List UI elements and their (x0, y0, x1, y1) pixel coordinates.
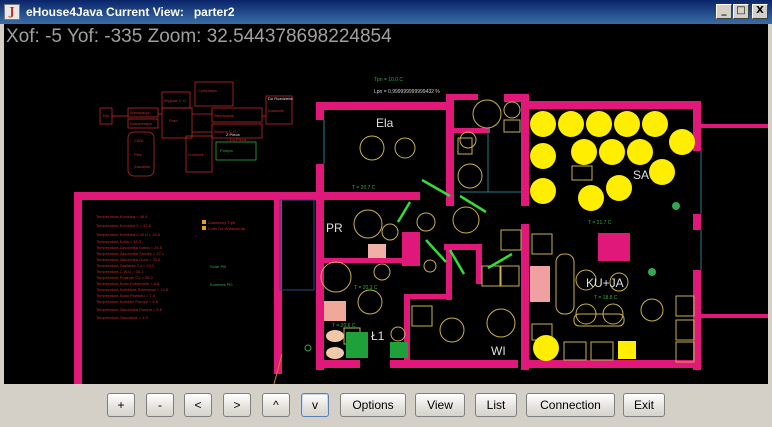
walls (74, 94, 768, 384)
temp-ela: T = 20.7 C (352, 185, 376, 191)
sensors (304, 202, 680, 352)
diagram-box-label: Wyjscie C.O. (164, 98, 188, 103)
temp-l1: T = 20.6 C (332, 323, 356, 329)
temp-lpn: Lpn = 0.999999999999432 % (374, 89, 440, 95)
diagram-box-label: Zasobnik (134, 164, 151, 169)
heating-diagram (99, 81, 293, 177)
solar-status: Solar Pl0 (210, 264, 227, 269)
temp-tpn: Tpn = 10.0 C (374, 77, 404, 83)
xof-value: -5 (45, 26, 62, 47)
list-item: Temperatura Powrotu Co = 35.0 (96, 275, 153, 280)
yof-value: -335 (104, 26, 143, 47)
list-button[interactable]: List (475, 393, 517, 417)
list-item: Temperatura Kominka C.W.U = 20.6 (96, 232, 161, 237)
java-app-icon: J (4, 4, 20, 20)
list-item: Temperatura Otoczenia = 3.9 (96, 315, 148, 320)
navigation-toolbar: + - < > ^ v Options View List Connection… (0, 384, 772, 427)
list-item: Temperatura C.W.U = 34.1 (96, 269, 144, 274)
diagram-box-label: Pompa (220, 148, 233, 153)
pan-right-button[interactable]: > (223, 393, 251, 417)
list-item: Temperatura Zasilania Co = 44.2 (96, 263, 155, 268)
kominek-status: Kominek Pl0 (210, 282, 233, 287)
room-label-l1[interactable]: Ł1 (371, 329, 384, 343)
diagram-box-label: CWU (134, 138, 144, 143)
minimize-button[interactable]: _ (716, 4, 732, 19)
diagram-box-label: Zasilanie (268, 108, 285, 113)
temp-sa: T = 21.7 C (588, 220, 612, 226)
view-coordinates: Xof: -5 Yof: -335 Zoom: 32.5443786982248… (6, 26, 392, 48)
pan-left-button[interactable]: < (184, 393, 212, 417)
exit-button[interactable]: Exit (623, 393, 665, 417)
diagram-box-label: Do Pieca (230, 137, 247, 142)
list-item: Temperatura Kolektor Pompy = 9.6 (96, 299, 158, 304)
list-item: Temperatura Solar Pobieranie = 6.8 (96, 281, 160, 286)
diagram-box-label: Sterowanie (214, 113, 235, 118)
options-button[interactable]: Options (340, 393, 406, 417)
list-item: Temperatura Kotla = 45.3 (96, 239, 142, 244)
list-item: Temperatura Zasobnika Gora = 33.6 (96, 257, 161, 262)
window-title: eHouse4Java Current View: parter2 (26, 5, 235, 19)
room-label-ela[interactable]: Ela (376, 116, 393, 130)
connection-button[interactable]: Connection (526, 393, 615, 417)
close-button[interactable]: X (752, 4, 768, 19)
legend-item: Czas Do Wylaczenia (202, 226, 245, 231)
diagram-box-label: Wentylacja (130, 110, 150, 115)
temp-kuja: T = 18.8 C (594, 295, 618, 301)
pan-up-button[interactable]: ^ (262, 393, 290, 417)
zoom-label: Zoom: (147, 26, 202, 47)
room-label-kuja[interactable]: KU+JA (586, 276, 624, 290)
temp-pr: T = 20.3 C (354, 285, 378, 291)
diagram-box-label: Ela (103, 113, 109, 118)
xof-label: Xof: (6, 26, 40, 47)
maximize-button[interactable]: □ (733, 4, 749, 19)
diagram-box-label: Piec (134, 152, 142, 157)
view-button[interactable]: View (415, 393, 465, 417)
diagram-box-label: Rekuperator (130, 121, 153, 126)
list-item: Temperatura Kominka 2 = 47.5 (96, 223, 151, 228)
list-item: Temperatura Zasobnika Dolna = 24.5 (96, 245, 162, 250)
list-item: Temperatura Zasobnika Pompa = 6.5 (96, 307, 162, 312)
room-label-sa[interactable]: SA (633, 168, 649, 182)
zoom-in-button[interactable]: + (107, 393, 135, 417)
diagram-box-label: Prad (169, 118, 178, 123)
floor-plan-canvas[interactable]: Xof: -5 Yof: -335 Zoom: 32.5443786982248… (4, 24, 768, 384)
legend-item: Zalaczony Tryb (202, 220, 235, 225)
zoom-out-button[interactable]: - (146, 393, 174, 417)
list-item: Temperatura Zasobnika Srodek = 27.1 (96, 251, 165, 256)
diagram-box-label: Do Rozdzielni (268, 96, 293, 101)
pan-down-button[interactable]: v (301, 393, 329, 417)
diagram-box-label: Cyrkulacja (198, 88, 217, 93)
room-label-wi[interactable]: WI (491, 344, 506, 358)
list-item: Temperatura Kominka = 48.4 (96, 214, 148, 219)
yof-label: Yof: (66, 26, 99, 47)
title-bar: J eHouse4Java Current View: parter2 _ □ … (0, 0, 772, 24)
room-label-pr[interactable]: PR (326, 221, 343, 235)
list-item: Temperatura Solar Powrotu = 7.4 (96, 293, 155, 298)
list-item: Temperatura Kolektora Solarnego = 12.8 (96, 287, 169, 292)
zoom-value: 32.544378698224854 (206, 26, 392, 47)
diagram-box-label: Kominek (188, 152, 204, 157)
